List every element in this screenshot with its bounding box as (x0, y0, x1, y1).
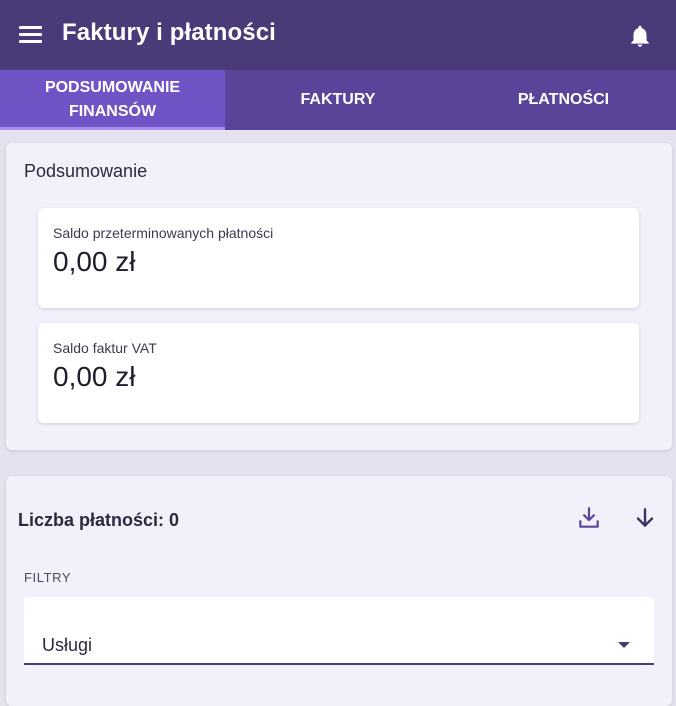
arrow-down-icon[interactable] (632, 505, 658, 531)
tab-label: PŁATNOŚCI (517, 91, 610, 108)
active-tab-indicator (0, 127, 225, 130)
download-icon[interactable] (576, 505, 602, 531)
vat-balance-card: Saldo faktur VAT 0,00 zł (38, 323, 639, 423)
overdue-balance-label: Saldo przeterminowanych płatności (53, 225, 274, 241)
page-title: Faktury i płatności (62, 19, 276, 46)
filters-label: FILTRY (24, 570, 72, 585)
tab-bar: PODSUMOWANIE FINANSÓW FAKTURY PŁATNOŚCI (0, 70, 676, 130)
chevron-down-icon (618, 642, 630, 648)
summary-card: Podsumowanie Saldo przeterminowanych pła… (6, 143, 672, 450)
overdue-balance-value: 0,00 zł (53, 246, 136, 277)
app-bar: Faktury i płatności (0, 0, 676, 70)
tab-label: PODSUMOWANIE FINANSÓW (44, 79, 181, 120)
select-value: Usługi (42, 635, 93, 655)
tab-payments[interactable]: PŁATNOŚCI (451, 70, 676, 130)
payments-count: Liczba płatności: 0 (18, 510, 180, 530)
vat-balance-label: Saldo faktur VAT (53, 340, 157, 356)
payments-card: Liczba płatności: 0 FILTRY Usługi (6, 476, 672, 706)
summary-title: Podsumowanie (24, 161, 148, 181)
overdue-balance-card: Saldo przeterminowanych płatności 0,00 z… (38, 208, 639, 308)
tab-label: FAKTURY (300, 91, 376, 108)
bell-icon[interactable] (627, 23, 653, 49)
tab-invoices[interactable]: FAKTURY (225, 70, 451, 130)
menu-icon[interactable] (19, 26, 42, 44)
vat-balance-value: 0,00 zł (53, 361, 136, 392)
service-filter-select[interactable]: Usługi (24, 597, 654, 665)
tab-financial-summary[interactable]: PODSUMOWANIE FINANSÓW (0, 70, 225, 130)
